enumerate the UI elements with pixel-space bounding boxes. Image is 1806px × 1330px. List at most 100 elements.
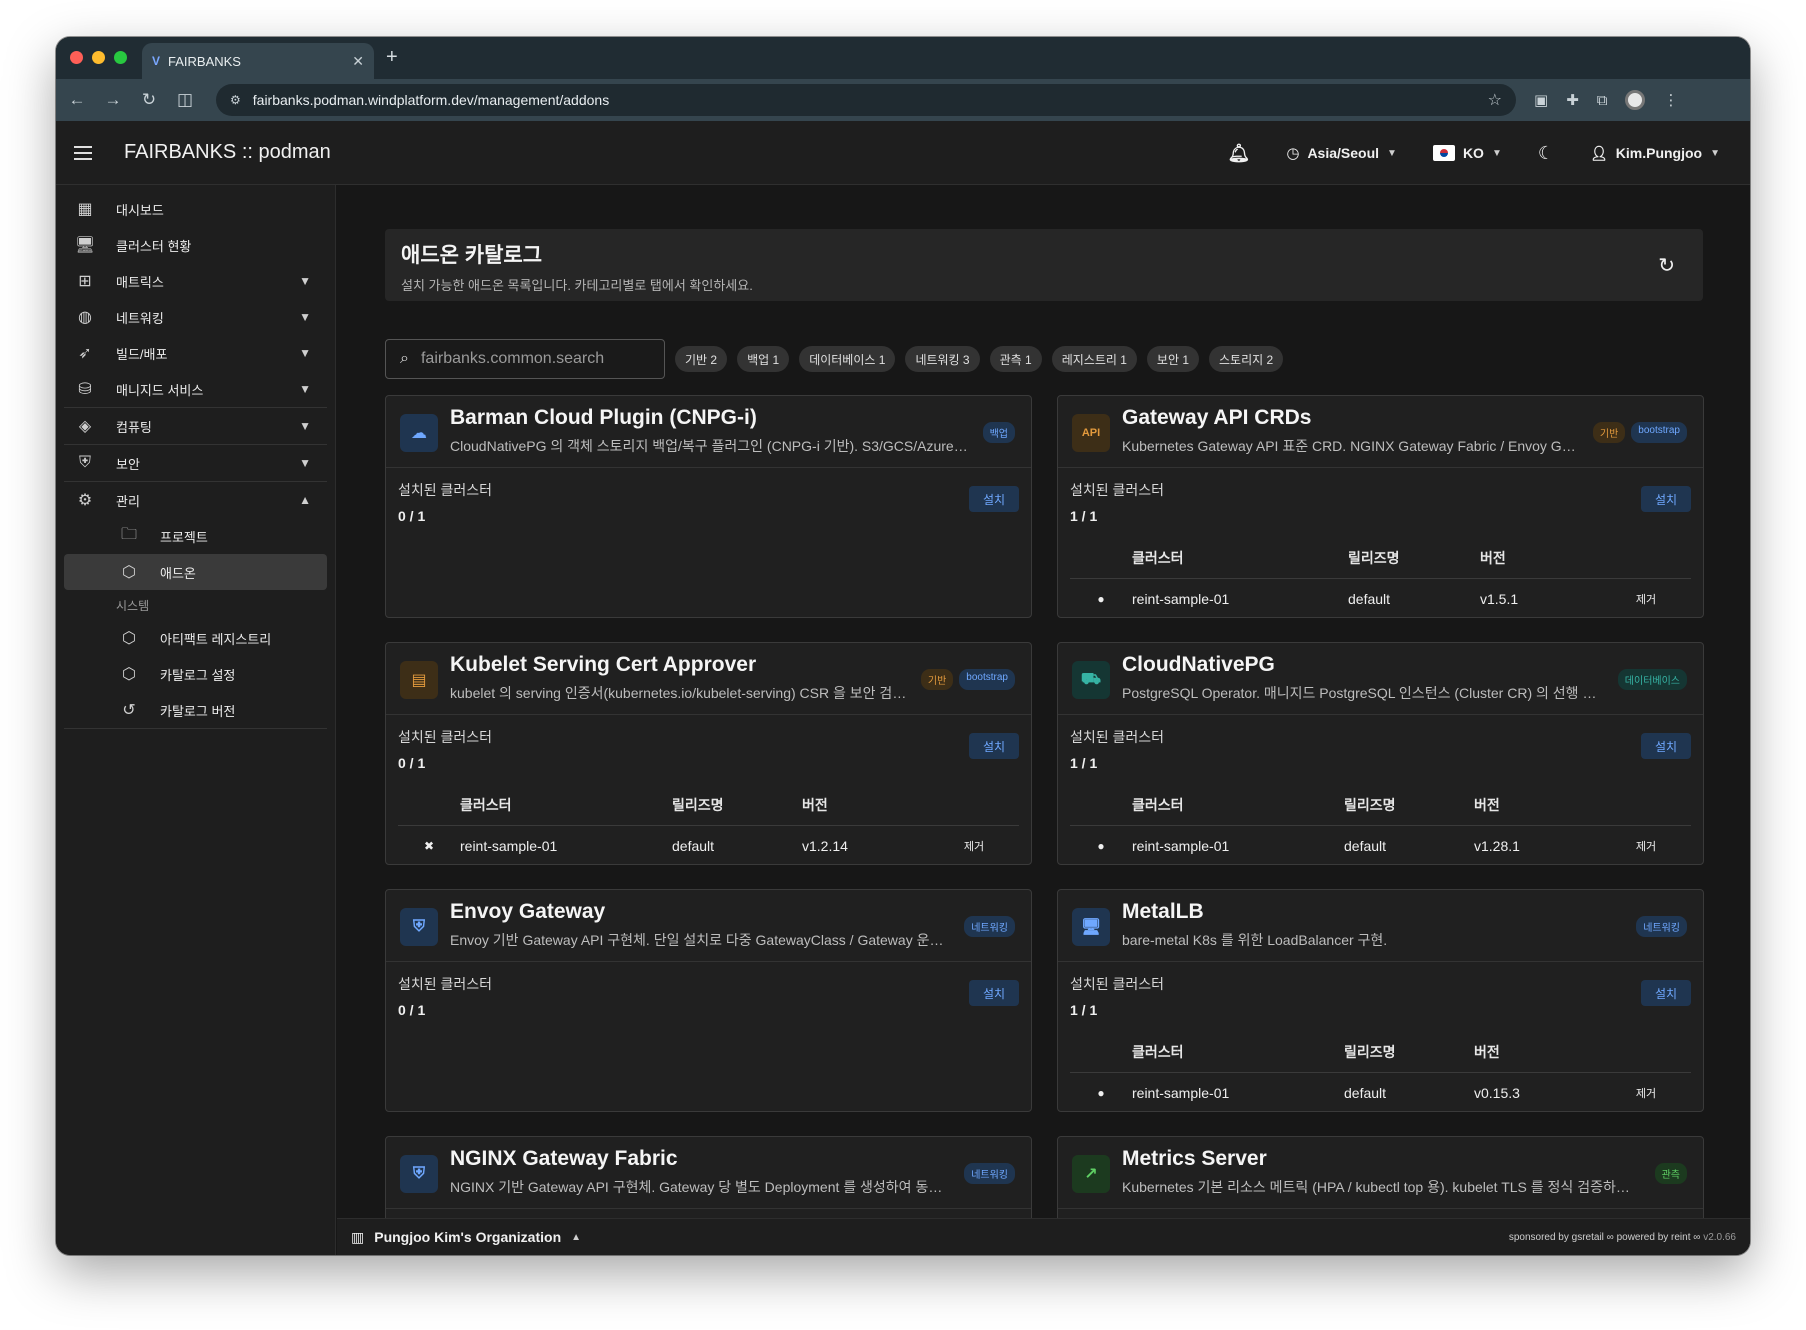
hamburger-menu-icon[interactable] xyxy=(74,145,92,160)
tab-close-icon[interactable]: ✕ xyxy=(352,53,364,70)
addon-description: Envoy 기반 Gateway API 구현체. 단일 설치로 다중 Gate… xyxy=(450,932,950,948)
sidebar-item-managed-services[interactable]: ⛁ 매니지드 서비스 ▼ xyxy=(56,371,335,407)
shield-icon: ⛨ xyxy=(400,908,438,946)
dark-mode-toggle-icon[interactable]: ☾ xyxy=(1538,143,1554,164)
cluster-table: 클러스터 릴리즈명 버전 ● reint-sample-01 default v… xyxy=(1070,1032,1691,1112)
category-chip[interactable]: 보안 1 xyxy=(1146,346,1200,372)
sidebar: ▦ 대시보드 🖥︎ 클러스터 현황 ⊞ 매트릭스 ▼ ◍ 네트워킹 ▼ ➶ 빌드… xyxy=(56,185,336,1255)
language-label: KO xyxy=(1462,145,1484,161)
organization-selector[interactable]: ▥ Pungjoo Kim's Organization ▲ xyxy=(351,1229,581,1246)
puzzle-icon[interactable]: ✚ xyxy=(1566,91,1579,109)
remove-button[interactable]: 제거 xyxy=(1601,826,1691,865)
sidebar-item-label: 관리 xyxy=(116,493,140,509)
address-bar[interactable]: ⚙ fairbanks.podman.windplatform.dev/mana… xyxy=(216,84,1516,116)
notification-bell-icon[interactable]: 🔔︎ xyxy=(1227,143,1250,164)
sidebar-item-metrics[interactable]: ⊞ 매트릭스 ▼ xyxy=(56,263,335,299)
sidebar-item-label: 보안 xyxy=(116,456,140,472)
column-header: 클러스터 xyxy=(1132,1032,1344,1073)
cube-gear-icon: ⬡ xyxy=(122,666,136,683)
site-info-icon[interactable]: ⚙ xyxy=(230,93,241,107)
remove-button[interactable]: 제거 xyxy=(1601,579,1691,618)
timezone-selector[interactable]: ◷ Asia/Seoul ▼ xyxy=(1286,144,1397,162)
sidebar-item-artifact-registry[interactable]: ⬡ 아티팩트 레지스트리 xyxy=(56,620,335,656)
category-chip[interactable]: 데이터베이스 1 xyxy=(799,346,896,372)
install-button[interactable]: 설치 xyxy=(969,733,1019,759)
browser-tab[interactable]: V FAIRBANKS ✕ xyxy=(142,43,374,79)
addon-description: kubelet 의 serving 인증서(kubernetes.io/kube… xyxy=(450,685,910,701)
sidebar-item-dashboard[interactable]: ▦ 대시보드 xyxy=(56,191,335,227)
category-chip[interactable]: 관측 1 xyxy=(989,346,1042,372)
sidebar-item-projects[interactable]: 🗀︎ 프로젝트 xyxy=(56,518,335,554)
sidebar-item-build-deploy[interactable]: ➶ 빌드/배포 ▼ xyxy=(56,335,335,371)
release-name: default xyxy=(1348,591,1391,607)
sidebar-item-cluster-status[interactable]: 🖥︎ 클러스터 현황 xyxy=(56,227,335,263)
remove-button[interactable]: 제거 xyxy=(929,826,1019,865)
addon-description: Kubernetes 기본 리소스 메트릭 (HPA / kubectl top… xyxy=(1122,1179,1637,1195)
sidebar-item-addons[interactable]: ⬡ 애드온 xyxy=(64,554,327,590)
cloud-upload-icon: ☁ xyxy=(400,414,438,452)
maximize-window-button[interactable] xyxy=(114,51,127,64)
install-button[interactable]: 설치 xyxy=(1641,733,1691,759)
folder-key-icon: 🗀︎ xyxy=(120,525,137,543)
addon-card-gateway-api-crds: API Gateway API CRDs Kubernetes Gateway … xyxy=(1057,395,1704,618)
category-chip[interactable]: 스토리지 2 xyxy=(1209,346,1284,372)
sidebar-item-catalog-settings[interactable]: ⬡ 카탈로그 설정 xyxy=(56,656,335,692)
sidebar-item-label: 매트릭스 xyxy=(116,274,164,290)
refresh-icon[interactable]: ↻ xyxy=(1658,253,1675,278)
cluster-name: reint-sample-01 xyxy=(1132,591,1230,607)
category-badge: 네트워킹 xyxy=(1636,916,1687,937)
sidebar-item-networking[interactable]: ◍ 네트워킹 ▼ xyxy=(56,299,335,335)
installed-clusters-label: 설치된 클러스터 xyxy=(398,729,493,745)
category-chip[interactable]: 네트워킹 3 xyxy=(905,346,980,372)
sidebar-item-catalog-version[interactable]: ↺ 카탈로그 버전 xyxy=(56,692,335,728)
certificate-icon: ▤ xyxy=(400,661,438,699)
addon-title: NGINX Gateway Fabric xyxy=(450,1147,678,1170)
category-chip[interactable]: 레지스트리 1 xyxy=(1051,346,1137,372)
layers-icon: ◈ xyxy=(78,418,92,435)
install-button[interactable]: 설치 xyxy=(1641,486,1691,512)
reload-icon[interactable]: ↻ xyxy=(140,90,158,110)
category-chip[interactable]: 백업 1 xyxy=(737,346,790,372)
cast-icon[interactable]: ⧉ xyxy=(1597,92,1608,109)
sidebar-item-management[interactable]: ⚙ 관리 ▲ xyxy=(56,482,335,518)
split-view-icon[interactable]: ◫ xyxy=(176,90,194,110)
bookmark-star-icon[interactable]: ☆ xyxy=(1488,90,1502,110)
chevron-up-icon: ▲ xyxy=(571,1231,582,1243)
cluster-name: reint-sample-01 xyxy=(460,838,558,854)
chevron-down-icon: ▼ xyxy=(1387,147,1397,159)
column-header: 클러스터 xyxy=(1132,538,1348,579)
status-error-icon: ✖ xyxy=(423,839,435,853)
language-selector[interactable]: KO ▼ xyxy=(1432,145,1502,161)
cluster-name: reint-sample-01 xyxy=(1132,838,1230,854)
column-header: 버전 xyxy=(1480,538,1601,579)
rocket-icon: ➶ xyxy=(78,345,92,362)
user-menu[interactable]: 👤︎ Kim.Pungjoo ▼ xyxy=(1590,145,1720,162)
gear-icon: ⚙ xyxy=(77,492,93,509)
remove-button[interactable]: 제거 xyxy=(1601,1073,1691,1112)
more-menu-icon[interactable]: ⋮ xyxy=(1663,91,1678,109)
sidebar-item-computing[interactable]: ◈ 컴퓨팅 ▼ xyxy=(56,408,335,444)
back-arrow-icon[interactable]: ← xyxy=(68,90,86,110)
install-button[interactable]: 설치 xyxy=(969,980,1019,1006)
extension-icon[interactable]: ▣ xyxy=(1534,91,1548,109)
close-window-button[interactable] xyxy=(70,51,83,64)
version: v0.15.3 xyxy=(1474,1085,1520,1101)
category-badge: 관측 xyxy=(1654,1163,1687,1184)
minimize-window-button[interactable] xyxy=(92,51,105,64)
main-content: 애드온 카탈로그 설치 가능한 애드온 목록입니다. 카테고리별로 탭에서 확인… xyxy=(337,185,1750,1255)
install-button[interactable]: 설치 xyxy=(969,486,1019,512)
new-tab-icon[interactable]: + xyxy=(386,46,398,69)
sidebar-item-security[interactable]: ⛨ 보안 ▼ xyxy=(56,445,335,481)
cube-icon: ⬡ xyxy=(122,564,136,581)
search-input[interactable]: ⌕ fairbanks.common.search xyxy=(385,339,665,379)
install-button[interactable]: 설치 xyxy=(1641,980,1691,1006)
forward-arrow-icon[interactable]: → xyxy=(104,90,122,110)
release-name: default xyxy=(1344,838,1387,854)
sidebar-item-label: 카탈로그 설정 xyxy=(160,667,236,683)
browser-profile-avatar[interactable] xyxy=(1625,90,1646,110)
api-icon: API xyxy=(1072,414,1110,452)
category-chip[interactable]: 기반 2 xyxy=(675,346,728,372)
browser-tabstrip: V FAIRBANKS ✕ + xyxy=(56,37,1750,79)
addon-title: Metrics Server xyxy=(1122,1147,1267,1170)
cluster-table: 클러스터 릴리즈명 버전 ● reint-sample-01 default v… xyxy=(1070,538,1691,618)
